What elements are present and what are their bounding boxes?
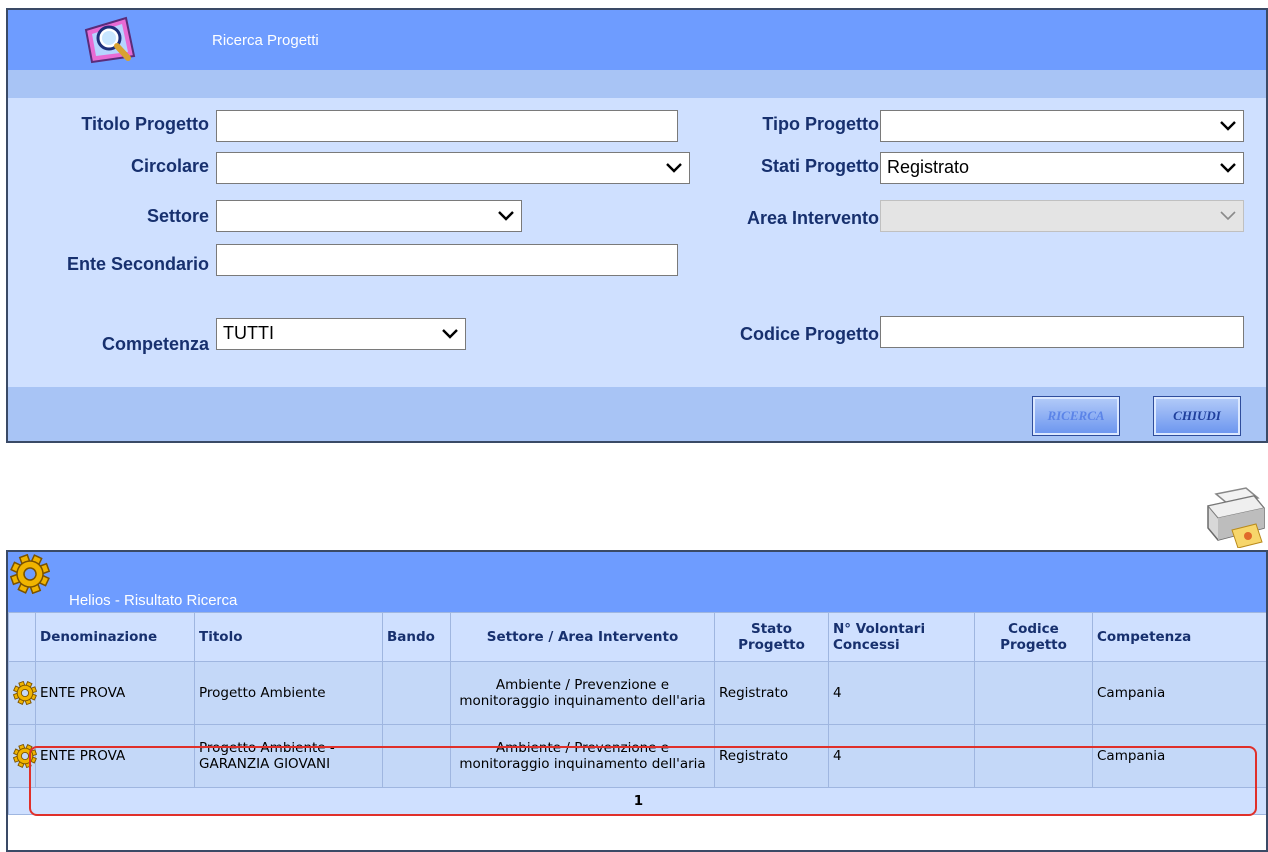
search-title: Ricerca Progetti <box>212 32 319 49</box>
competenza-select[interactable]: TUTTI <box>216 318 466 350</box>
table-row: ENTE PROVA Progetto Ambiente - GARANZIA … <box>8 724 1266 788</box>
chevron-down-icon <box>498 211 514 221</box>
results-panel: Helios - Risultato Ricerca Denominazione… <box>6 550 1268 852</box>
printer-icon[interactable] <box>1202 484 1268 548</box>
tipo-progetto-select[interactable] <box>880 110 1244 142</box>
cell-titolo: Progetto Ambiente - GARANZIA GIOVANI <box>194 724 383 788</box>
cell-stato: Registrato <box>714 661 829 725</box>
results-title: Helios - Risultato Ricerca <box>69 592 238 609</box>
pager-page-link[interactable]: 1 <box>8 787 1266 815</box>
settore-label: Settore <box>146 206 209 226</box>
titolo-progetto-input[interactable] <box>216 110 678 142</box>
col-settore-area[interactable]: Settore / Area Intervento <box>450 612 715 662</box>
stati-progetto-select[interactable]: Registrato <box>880 152 1244 184</box>
results-table: Denominazione Titolo Bando Settore / Are… <box>8 612 1266 815</box>
magnifier-icon <box>84 16 136 64</box>
col-select <box>8 612 36 662</box>
chevron-down-icon <box>442 329 458 339</box>
circolare-label: Circolare <box>130 156 209 176</box>
stati-progetto-label: Stati Progetto <box>760 156 879 176</box>
cell-settore: Ambiente / Prevenzione e monitoraggio in… <box>450 724 715 788</box>
search-header: Ricerca Progetti <box>8 10 1266 70</box>
gear-icon[interactable] <box>13 681 37 705</box>
ente-secondario-input[interactable] <box>216 244 678 276</box>
cell-volontari: 4 <box>828 661 975 725</box>
settore-select[interactable] <box>216 200 522 232</box>
chevron-down-icon <box>1220 163 1236 173</box>
cell-settore: Ambiente / Prevenzione e monitoraggio in… <box>450 661 715 725</box>
pager-row: 1 <box>8 787 1266 815</box>
chiudi-button[interactable]: CHIUDI <box>1153 396 1241 436</box>
ricerca-button[interactable]: RICERCA <box>1032 396 1120 436</box>
cell-bando <box>382 661 451 725</box>
col-bando[interactable]: Bando <box>382 612 451 662</box>
cell-stato: Registrato <box>714 724 829 788</box>
competenza-label: Competenza <box>101 334 209 354</box>
cell-competenza: Campania <box>1092 724 1266 788</box>
cell-bando <box>382 724 451 788</box>
col-stato-progetto[interactable]: Stato Progetto <box>714 612 829 662</box>
search-subbar <box>8 70 1266 98</box>
row-select-cell[interactable] <box>8 724 37 788</box>
cell-titolo: Progetto Ambiente <box>194 661 383 725</box>
competenza-value: TUTTI <box>223 323 274 343</box>
col-volontari[interactable]: N° Volontari Concessi <box>828 612 975 662</box>
chevron-down-icon <box>1220 211 1236 221</box>
cell-volontari: 4 <box>828 724 975 788</box>
chevron-down-icon <box>666 163 682 173</box>
search-panel: Ricerca Progetti Titolo Progetto Circola… <box>6 8 1268 443</box>
gear-icon[interactable] <box>13 744 37 768</box>
cell-denominazione: ENTE PROVA <box>35 661 195 725</box>
col-competenza[interactable]: Competenza <box>1092 612 1266 662</box>
cell-competenza: Campania <box>1092 661 1266 725</box>
tipo-progetto-label: Tipo Progetto <box>762 114 879 134</box>
ente-secondario-label: Ente Secondario <box>66 254 209 274</box>
col-denominazione[interactable]: Denominazione <box>35 612 195 662</box>
gear-icon <box>10 554 50 594</box>
cell-codice <box>974 724 1093 788</box>
codice-progetto-input[interactable] <box>880 316 1244 348</box>
table-header-row: Denominazione Titolo Bando Settore / Are… <box>8 612 1266 662</box>
chevron-down-icon <box>1220 121 1236 131</box>
codice-progetto-label: Codice Progetto <box>739 324 879 344</box>
row-select-cell[interactable] <box>8 661 37 725</box>
cell-denominazione: ENTE PROVA <box>35 724 195 788</box>
area-intervento-select <box>880 200 1244 232</box>
table-row: ENTE PROVA Progetto Ambiente Ambiente / … <box>8 661 1266 725</box>
titolo-progetto-label: Titolo Progetto <box>81 114 209 134</box>
area-intervento-label: Area Intervento <box>746 208 879 228</box>
stati-progetto-value: Registrato <box>887 157 970 177</box>
circolare-select[interactable] <box>216 152 690 184</box>
cell-codice <box>974 661 1093 725</box>
results-header: Helios - Risultato Ricerca <box>8 552 1266 612</box>
col-codice-progetto[interactable]: Codice Progetto <box>974 612 1093 662</box>
col-titolo[interactable]: Titolo <box>194 612 383 662</box>
